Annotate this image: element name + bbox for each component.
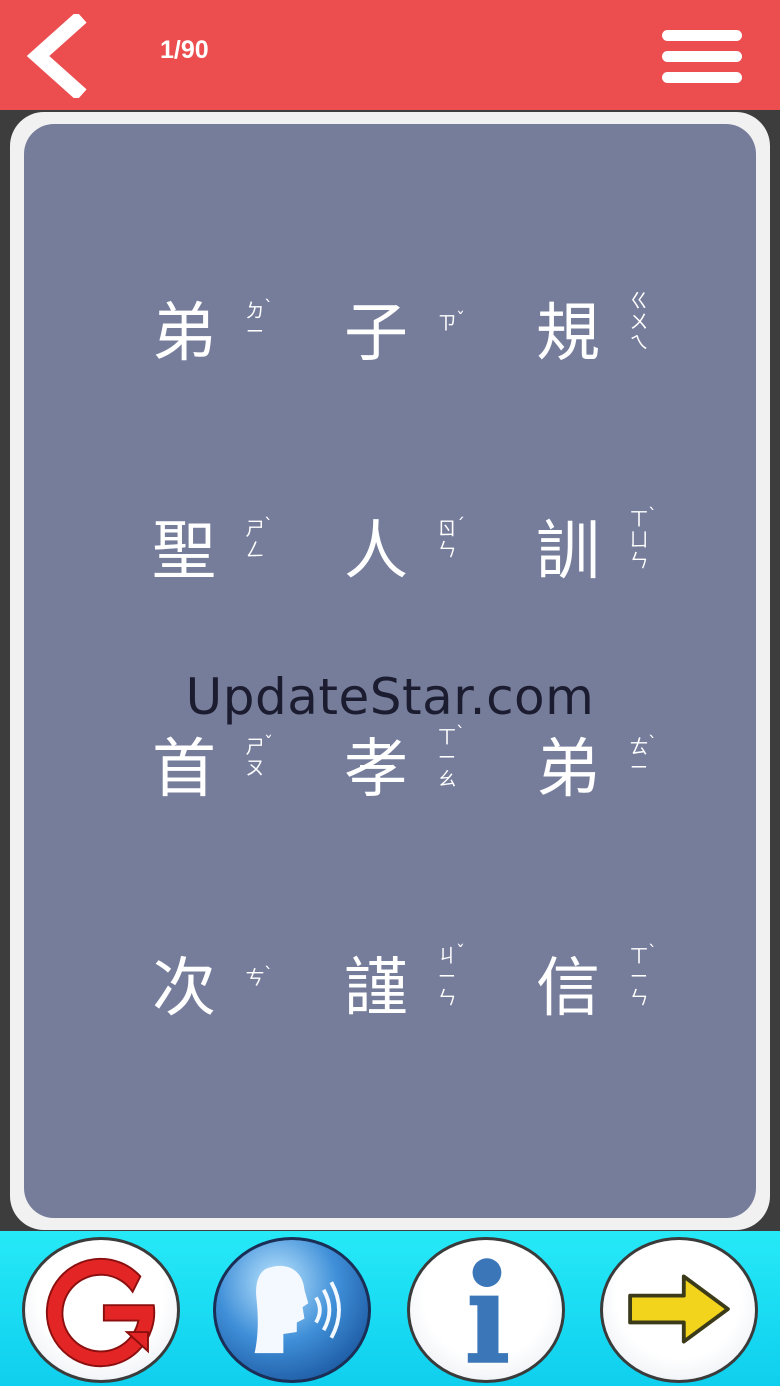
google-g-icon — [45, 1257, 156, 1368]
zhuyin-annotation: ㄗˇ — [432, 309, 465, 334]
character-cell[interactable]: 孝 ㄒㄧㄠ ˋ — [344, 715, 524, 825]
zhuyin-symbol: ㄗ — [437, 312, 457, 334]
info-button[interactable] — [407, 1237, 565, 1383]
hanzi-character: 謹 — [344, 952, 408, 1026]
zhuyin-symbol: ㄡ — [245, 757, 265, 779]
menu-button[interactable] — [662, 26, 742, 88]
zhuyin-symbol: ㄥ — [245, 539, 265, 561]
zhuyin-symbol: ㄒ — [629, 508, 649, 530]
zhuyin-symbol: ㄠ — [437, 768, 457, 790]
speak-voice-icon — [254, 1265, 341, 1354]
google-button[interactable] — [22, 1237, 180, 1383]
tone-mark: ˋ — [456, 723, 465, 744]
next-button[interactable] — [600, 1237, 758, 1383]
zhuyin-annotation: ㄊㄧˋ — [624, 733, 657, 779]
zhuyin-annotation: ㄉㄧˋ — [240, 297, 273, 343]
zhuyin-symbol: ㄧ — [245, 321, 265, 343]
speak-button[interactable] — [213, 1237, 371, 1383]
watermark: UpdateStar.com — [185, 668, 595, 726]
character-cell[interactable]: 謹 ㄐㄧㄣ ˇ — [344, 934, 524, 1044]
zhuyin-symbol: ㄧ — [437, 747, 457, 769]
zhuyin-symbol: ㄊ — [629, 736, 649, 758]
hanzi-character: 首 — [152, 733, 216, 807]
hanzi-character: 孝 — [344, 733, 408, 807]
zhuyin-symbol: ㄍ — [629, 290, 649, 312]
zhuyin-annotation: ㄖㄣˊ — [432, 515, 465, 561]
zhuyin-symbol: ㄘ — [245, 967, 265, 989]
hanzi-character: 人 — [344, 515, 408, 589]
zhuyin-annotation: ㄍㄨㄟ — [624, 291, 654, 354]
zhuyin-symbol: ㄕ — [245, 736, 265, 758]
zhuyin-symbol: ㄨ — [629, 311, 649, 333]
character-cell[interactable]: 信 ㄒㄧㄣ ˋ — [536, 934, 716, 1044]
tone-mark: ˋ — [264, 297, 273, 318]
zhuyin-symbol: ㄉ — [245, 300, 265, 322]
hamburger-menu-line — [662, 51, 742, 62]
arrow-right-icon — [628, 1274, 730, 1344]
tone-mark: ˋ — [648, 942, 657, 963]
zhuyin-symbol: ㄩ — [629, 529, 649, 551]
text-row: 次ㄘˋ謹ㄐㄧㄣˇ信ㄒㄧㄣˋ — [24, 934, 756, 1044]
zhuyin-symbol: ㄒ — [437, 726, 457, 748]
zhuyin-symbol: ㄧ — [437, 966, 457, 988]
character-cell[interactable]: 首ㄕㄡˇ — [152, 715, 332, 825]
hanzi-character: 規 — [536, 297, 600, 371]
hanzi-character: 弟 — [152, 297, 216, 371]
info-icon — [467, 1258, 509, 1363]
zhuyin-symbol: ㄐ — [437, 945, 457, 967]
character-cell[interactable]: 規ㄍㄨㄟ — [536, 279, 716, 389]
character-cell[interactable]: 訓 ㄒㄩㄣ ˋ — [536, 497, 716, 607]
hanzi-character: 信 — [536, 952, 600, 1026]
character-cell[interactable]: 人ㄖㄣˊ — [344, 497, 524, 607]
tone-mark: ˋ — [264, 964, 273, 985]
character-cell[interactable]: 聖ㄕㄥˋ — [152, 497, 332, 607]
zhuyin-symbol: ㄣ — [629, 550, 649, 572]
zhuyin-symbol: ㄣ — [437, 987, 457, 1009]
zhuyin-symbol: ㄧ — [629, 757, 649, 779]
zhuyin-symbol: ㄒ — [629, 945, 649, 967]
tone-mark: ˋ — [264, 515, 273, 536]
zhuyin-symbol: ㄧ — [629, 966, 649, 988]
zhuyin-symbol: ㄣ — [437, 539, 457, 561]
character-cell[interactable]: 子ㄗˇ — [344, 279, 524, 389]
text-row: 聖ㄕㄥˋ人ㄖㄣˊ訓ㄒㄩㄣˋ — [24, 497, 756, 607]
zhuyin-annotation: ㄒㄩㄣ ˋ — [624, 505, 657, 572]
zhuyin-symbol: ㄕ — [245, 518, 265, 540]
chevron-left-icon — [26, 11, 87, 101]
hanzi-character: 次 — [152, 952, 216, 1026]
page-counter: 1/90 — [160, 36, 209, 64]
hanzi-character: 訓 — [536, 515, 600, 589]
hanzi-character: 子 — [344, 297, 408, 371]
text-row: 首ㄕㄡˇ孝ㄒㄧㄠˋ弟ㄊㄧˋ — [24, 715, 756, 825]
zhuyin-annotation: ㄘˋ — [240, 964, 273, 989]
tone-mark: ˇ — [456, 309, 465, 330]
header-bar: 1/90 — [0, 0, 780, 110]
hamburger-menu-line — [662, 72, 742, 83]
zhuyin-annotation: ㄒㄧㄣ ˋ — [624, 942, 657, 1009]
zhuyin-annotation: ㄕㄡˇ — [240, 733, 273, 779]
hanzi-character: 聖 — [152, 515, 216, 589]
zhuyin-annotation: ㄐㄧㄣ ˇ — [432, 942, 465, 1009]
tone-mark: ˋ — [648, 505, 657, 526]
zhuyin-symbol: ㄣ — [629, 987, 649, 1009]
zhuyin-annotation: ㄕㄥˋ — [240, 515, 273, 561]
character-cell[interactable]: 弟ㄊㄧˋ — [536, 715, 716, 825]
text-row: 弟ㄉㄧˋ子ㄗˇ規ㄍㄨㄟ — [24, 279, 756, 389]
hanzi-character: 弟 — [536, 733, 600, 807]
zhuyin-symbol: ㄟ — [629, 332, 649, 354]
tone-mark: ˊ — [456, 515, 465, 536]
tone-mark: ˋ — [648, 733, 657, 754]
zhuyin-annotation: ㄒㄧㄠ ˋ — [432, 723, 465, 790]
zhuyin-symbol: ㄖ — [437, 518, 457, 540]
hamburger-menu-icon — [662, 30, 742, 41]
character-cell[interactable]: 次ㄘˋ — [152, 934, 332, 1044]
character-cell[interactable]: 弟ㄉㄧˋ — [152, 279, 332, 389]
tone-mark: ˇ — [456, 942, 465, 963]
tone-mark: ˇ — [264, 733, 273, 754]
back-button[interactable] — [22, 11, 92, 101]
